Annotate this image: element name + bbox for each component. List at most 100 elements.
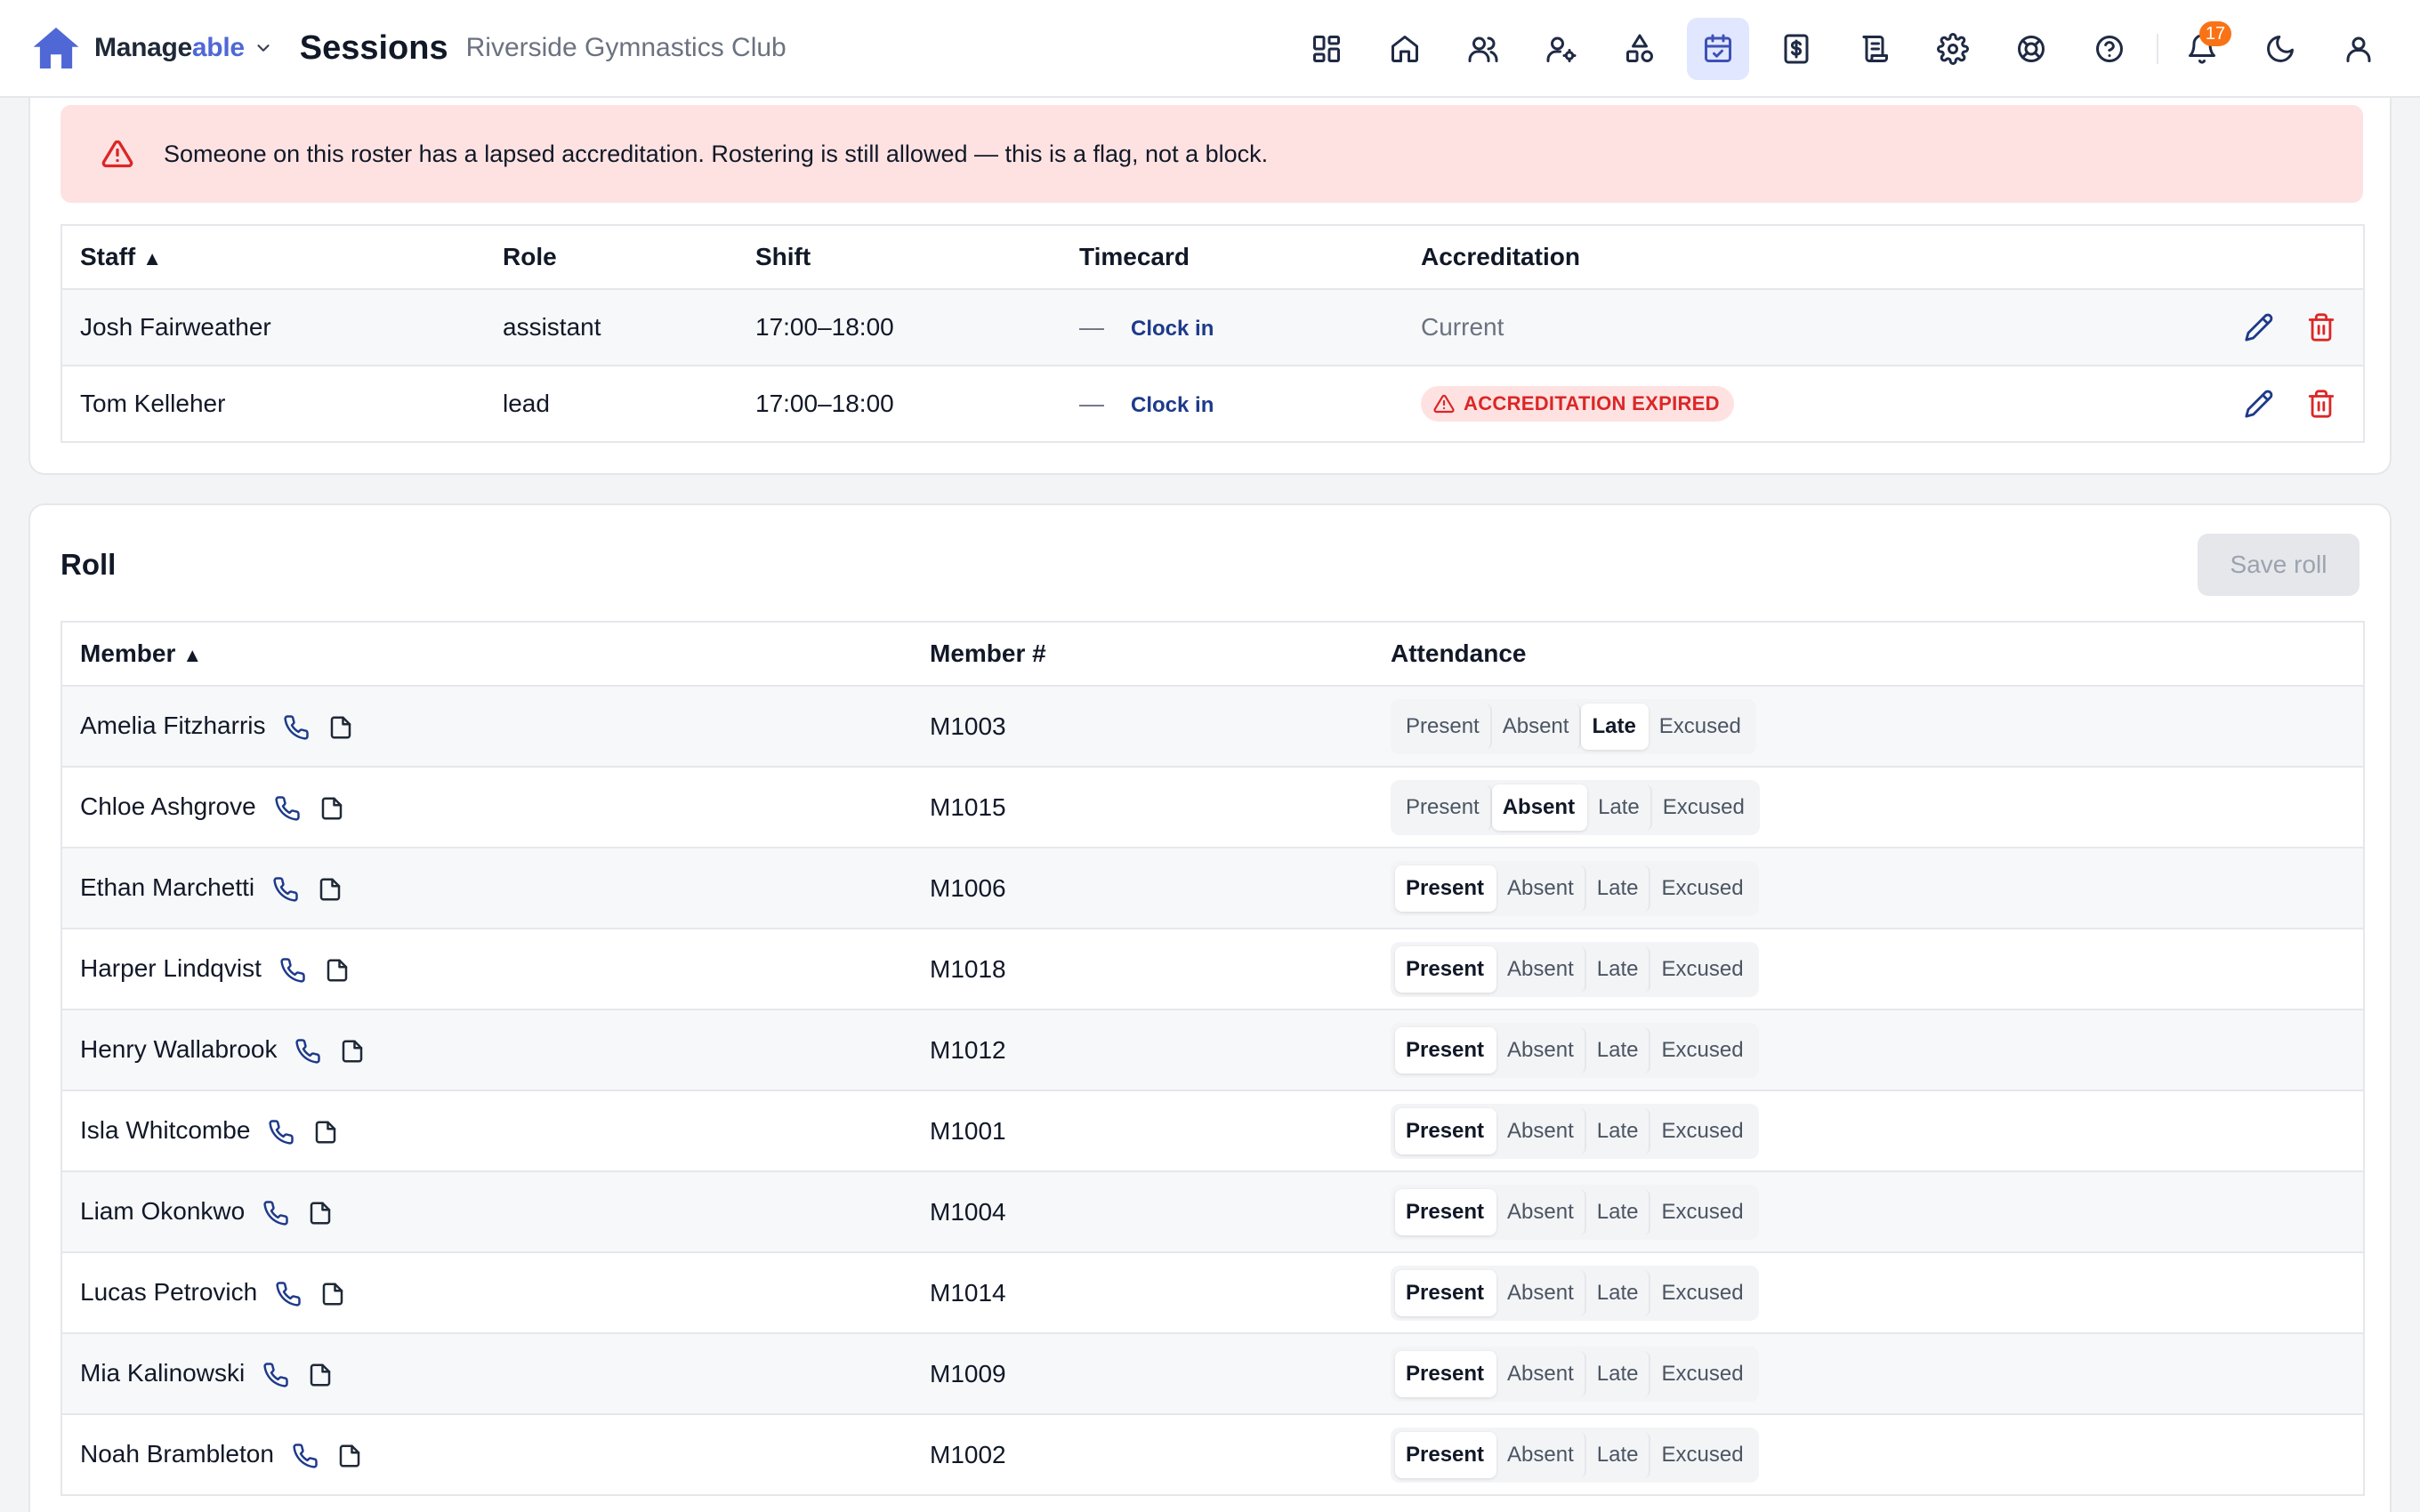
table-row: Ethan Marchetti M1006 Present Absent Late Exc… xyxy=(61,847,2364,929)
attendance-option-excused[interactable]: Excused xyxy=(1650,946,1754,993)
nav-members[interactable] xyxy=(1452,18,1514,80)
attendance-option-absent[interactable]: Absent xyxy=(1496,1350,1586,1397)
attendance-option-excused[interactable]: Excused xyxy=(1650,1432,1754,1478)
attendance-cell: Present Absent Late Excused xyxy=(1373,1413,2364,1495)
document-icon[interactable] xyxy=(319,1281,346,1307)
attendance-option-absent[interactable]: Absent xyxy=(1496,865,1586,912)
attendance-option-excused[interactable]: Excused xyxy=(1649,704,1752,750)
nav-help[interactable] xyxy=(2078,18,2141,80)
attendance-segmented-control: Present Absent Late Excused xyxy=(1391,1265,1759,1321)
document-icon[interactable] xyxy=(317,876,343,903)
attendance-option-present[interactable]: Present xyxy=(1395,1350,1497,1397)
column-header-shift[interactable]: Shift xyxy=(738,225,1061,290)
attendance-option-late[interactable]: Late xyxy=(1586,1107,1651,1154)
attendance-option-excused[interactable]: Excused xyxy=(1650,1189,1754,1235)
document-icon[interactable] xyxy=(312,1119,339,1146)
attendance-option-late[interactable]: Late xyxy=(1581,703,1649,750)
attendance-option-absent[interactable]: Absent xyxy=(1496,1026,1586,1074)
attendance-option-present[interactable]: Present xyxy=(1395,1026,1497,1074)
attendance-option-excused[interactable]: Excused xyxy=(1650,1351,1754,1397)
nav-support[interactable] xyxy=(2000,18,2062,80)
attendance-option-late[interactable]: Late xyxy=(1586,1026,1651,1074)
member-actions xyxy=(254,873,343,903)
attendance-option-absent[interactable]: Absent xyxy=(1496,1188,1586,1235)
column-header-staff[interactable]: Staff ▲ xyxy=(61,225,485,290)
sort-ascending-icon: ▲ xyxy=(142,247,163,269)
phone-icon[interactable] xyxy=(262,1200,289,1226)
accreditation-status: Current xyxy=(1421,313,1504,341)
member-name: Chloe Ashgrove xyxy=(80,792,256,821)
attendance-option-absent[interactable]: Absent xyxy=(1496,945,1586,993)
nav-billing[interactable] xyxy=(1765,18,1827,80)
column-header-member-number[interactable]: Member # xyxy=(912,622,1373,687)
phone-icon[interactable] xyxy=(262,1362,289,1388)
trash-icon[interactable] xyxy=(2306,312,2336,342)
brand-switcher[interactable]: Manageable xyxy=(30,22,273,74)
column-header-accreditation[interactable]: Accreditation xyxy=(1403,225,2026,290)
timecard-cell: — Clock in xyxy=(1061,365,1403,442)
document-icon[interactable] xyxy=(324,957,351,984)
phone-icon[interactable] xyxy=(283,714,310,741)
document-icon[interactable] xyxy=(307,1362,334,1388)
column-header-member[interactable]: Member ▲ xyxy=(61,622,912,687)
phone-icon[interactable] xyxy=(292,1443,319,1469)
column-header-role[interactable]: Role xyxy=(485,225,738,290)
edit-icon[interactable] xyxy=(2244,312,2274,342)
account-button[interactable] xyxy=(2327,18,2390,80)
dark-mode-toggle[interactable] xyxy=(2249,18,2311,80)
attendance-option-present[interactable]: Present xyxy=(1395,1107,1497,1154)
document-icon[interactable] xyxy=(319,795,345,822)
save-roll-button[interactable]: Save roll xyxy=(2198,534,2360,596)
column-header-timecard[interactable]: Timecard xyxy=(1061,225,1403,290)
trash-icon[interactable] xyxy=(2306,389,2336,419)
attendance-option-late[interactable]: Late xyxy=(1586,945,1651,993)
attendance-option-late[interactable]: Late xyxy=(1587,784,1652,831)
attendance-option-present[interactable]: Present xyxy=(1395,1431,1497,1478)
attendance-option-absent[interactable]: Absent xyxy=(1496,1107,1586,1154)
attendance-option-late[interactable]: Late xyxy=(1586,1269,1651,1316)
attendance-option-absent[interactable]: Absent xyxy=(1496,1431,1586,1478)
attendance-option-present[interactable]: Present xyxy=(1395,703,1492,750)
nav-home[interactable] xyxy=(1374,18,1436,80)
notifications-button[interactable]: 17 xyxy=(2171,18,2233,80)
attendance-option-absent[interactable]: Absent xyxy=(1492,703,1582,750)
attendance-option-excused[interactable]: Excused xyxy=(1650,1108,1754,1154)
attendance-option-present[interactable]: Present xyxy=(1395,865,1497,912)
phone-icon[interactable] xyxy=(274,795,301,822)
document-icon[interactable] xyxy=(327,714,354,741)
nav-dashboard[interactable] xyxy=(1295,18,1358,80)
nav-sessions[interactable] xyxy=(1687,18,1749,80)
attendance-option-absent[interactable]: Absent xyxy=(1491,784,1588,831)
phone-icon[interactable] xyxy=(279,957,306,984)
attendance-option-late[interactable]: Late xyxy=(1586,865,1651,912)
edit-icon[interactable] xyxy=(2244,389,2274,419)
clock-in-link[interactable]: Clock in xyxy=(1131,317,1214,341)
phone-icon[interactable] xyxy=(272,876,299,903)
nav-settings[interactable] xyxy=(1922,18,1984,80)
document-icon[interactable] xyxy=(339,1038,366,1065)
member-actions xyxy=(245,1197,334,1226)
attendance-option-present[interactable]: Present xyxy=(1395,945,1497,993)
attendance-option-excused[interactable]: Excused xyxy=(1650,1027,1754,1074)
attendance-option-late[interactable]: Late xyxy=(1586,1431,1651,1478)
clock-in-link[interactable]: Clock in xyxy=(1131,393,1214,417)
attendance-option-late[interactable]: Late xyxy=(1586,1188,1651,1235)
attendance-option-absent[interactable]: Absent xyxy=(1496,1269,1586,1316)
attendance-option-present[interactable]: Present xyxy=(1395,1188,1497,1235)
attendance-option-present[interactable]: Present xyxy=(1395,1269,1497,1316)
document-icon[interactable] xyxy=(307,1200,334,1226)
member-number: M1012 xyxy=(912,1009,1373,1090)
attendance-option-late[interactable]: Late xyxy=(1586,1350,1651,1397)
attendance-option-excused[interactable]: Excused xyxy=(1650,865,1754,912)
attendance-option-excused[interactable]: Excused xyxy=(1652,784,1755,831)
phone-icon[interactable] xyxy=(294,1038,321,1065)
phone-icon[interactable] xyxy=(275,1281,302,1307)
nav-programs[interactable] xyxy=(1609,18,1671,80)
attendance-option-present[interactable]: Present xyxy=(1395,784,1492,831)
attendance-option-excused[interactable]: Excused xyxy=(1650,1270,1754,1316)
member-name: Harper Lindqvist xyxy=(80,954,262,983)
document-icon[interactable] xyxy=(336,1443,363,1469)
nav-policies[interactable] xyxy=(1843,18,1906,80)
phone-icon[interactable] xyxy=(268,1119,294,1146)
nav-staff[interactable] xyxy=(1530,18,1593,80)
